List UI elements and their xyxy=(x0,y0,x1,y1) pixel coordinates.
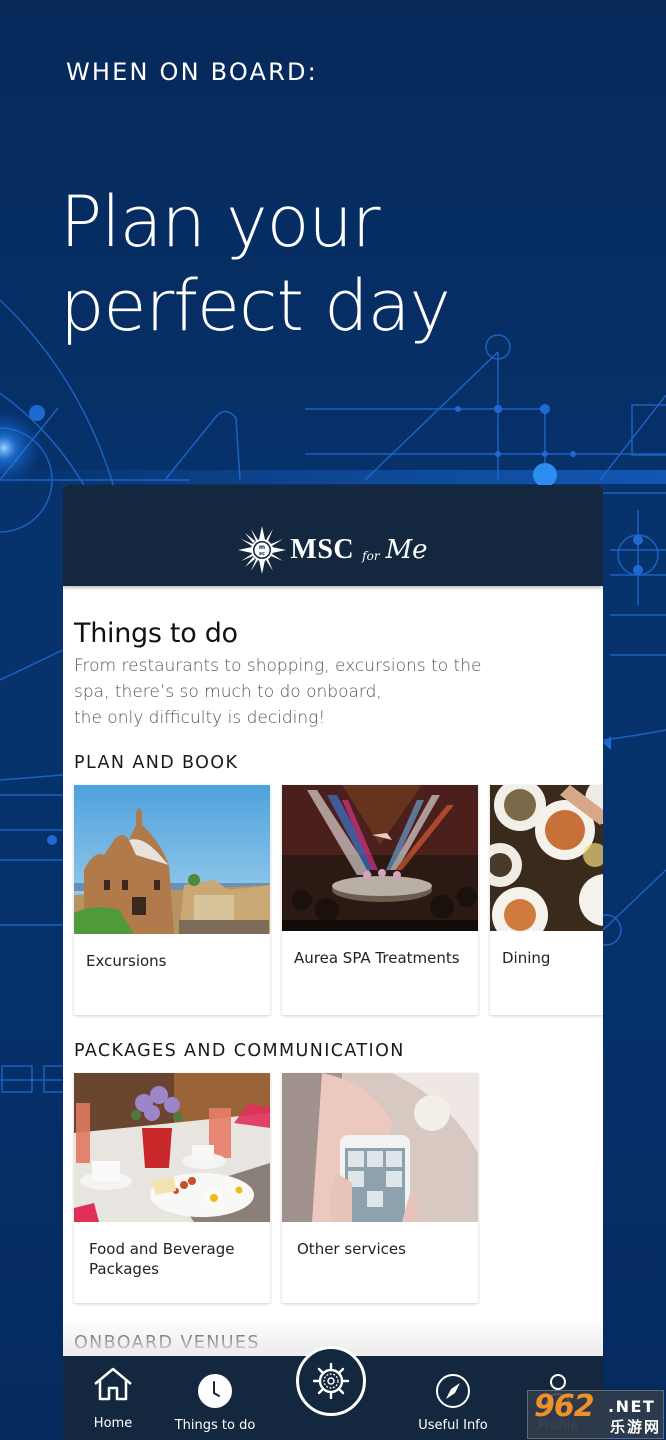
intro-line-3: the only difficulty is deciding! xyxy=(74,708,326,728)
logo-brand: MSC xyxy=(290,534,355,565)
logo-script: Me xyxy=(385,535,428,565)
nav-item-home[interactable]: Home xyxy=(85,1356,141,1440)
intro-text: From restaurants to shopping, excursions… xyxy=(74,653,494,731)
section-title-packages-and-communication: PACKAGES AND COMMUNICATION xyxy=(74,1041,405,1061)
app-screen: m sc MSC for Me Things to do From restau… xyxy=(63,485,603,1440)
excursions-image xyxy=(74,785,270,934)
card-label: Aurea SPA Treatments xyxy=(294,949,460,967)
ship-wheel-icon xyxy=(313,1363,349,1399)
card-excursions[interactable]: Excursions xyxy=(74,785,270,1015)
logo-for: for xyxy=(362,549,380,563)
msc-compass-emblem-icon: m sc xyxy=(238,526,287,574)
clock-icon xyxy=(198,1374,232,1408)
section-title-plan-and-book: PLAN AND BOOK xyxy=(74,753,239,773)
card-aurea-spa-treatments[interactable]: Aurea SPA Treatments xyxy=(282,785,478,1015)
msc-for-me-logo[interactable]: m sc MSC for Me xyxy=(238,526,428,574)
nav-item-useful-info[interactable]: Useful Info xyxy=(413,1356,493,1440)
compass-icon xyxy=(436,1374,470,1408)
aurea-spa-image xyxy=(282,785,478,931)
dining-image xyxy=(478,776,603,943)
bottom-navigation-bar: Home Things to do Useful Info xyxy=(63,1346,603,1440)
card-label: Food and Beverage Packages xyxy=(89,1240,235,1278)
app-header: m sc MSC for Me xyxy=(63,485,603,586)
emblem-text-top: m xyxy=(259,544,265,551)
nav-item-ship-wheel-button[interactable] xyxy=(296,1346,366,1416)
card-dining[interactable]: Dining xyxy=(478,776,603,1015)
emblem-text-bottom: sc xyxy=(259,551,265,557)
other-services-image xyxy=(282,1073,478,1222)
promo-eyebrow: WHEN ON BOARD: xyxy=(66,58,318,86)
watermark-chinese: 乐游网 xyxy=(610,1418,662,1436)
intro-line-1: From restaurants to shopping, excursions… xyxy=(74,656,482,676)
card-food-and-beverage-packages[interactable]: Food and Beverage Packages xyxy=(74,1073,270,1303)
nav-label-home: Home xyxy=(93,1416,133,1431)
things-to-do-content: Things to do From restaurants to shoppin… xyxy=(63,618,603,1353)
headline-line-1: Plan your xyxy=(60,181,381,263)
food-and-beverage-image xyxy=(74,1073,270,1222)
card-label: Other services xyxy=(297,1240,406,1258)
page-title: Things to do xyxy=(74,618,238,649)
intro-line-2: spa, there’s so much to do onboard, xyxy=(74,682,382,702)
nav-label-useful-info: Useful Info xyxy=(418,1418,488,1433)
nav-label-things-to-do: Things to do xyxy=(174,1418,256,1433)
home-icon xyxy=(94,1367,132,1401)
card-label: Dining xyxy=(502,949,551,967)
nav-item-things-to-do[interactable]: Things to do xyxy=(175,1356,255,1440)
packages-carousel[interactable]: Food and Beverage Packages Other service… xyxy=(74,1073,592,1303)
watermark-number: 962 xyxy=(534,1389,595,1424)
card-other-services[interactable]: Other services xyxy=(282,1073,478,1303)
watermark-domain: .NET xyxy=(608,1397,656,1416)
card-label: Excursions xyxy=(86,952,167,970)
promo-headline: Plan your perfect day xyxy=(60,180,451,348)
headline-line-2: perfect day xyxy=(60,265,451,347)
site-watermark: 962 .NET 乐游网 xyxy=(527,1389,664,1439)
plan-and-book-carousel[interactable]: Excursions Aurea SPA Treatments Dining xyxy=(74,776,603,1015)
